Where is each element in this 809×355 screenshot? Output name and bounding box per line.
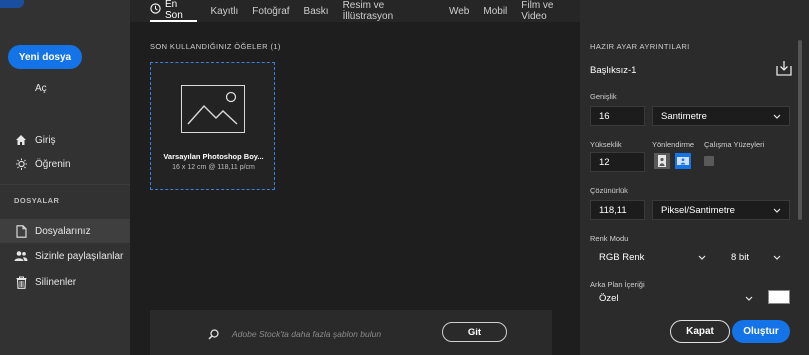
sidebar: Yeni dosya Aç Giriş Öğrenin DOSYALAR Dos… bbox=[0, 0, 130, 355]
orientation-label: Yönlendirme bbox=[652, 140, 695, 149]
stock-search-input[interactable]: Adobe Stock'ta daha fazla şablon bulun bbox=[232, 329, 381, 339]
sidebar-item-label: Silinenler bbox=[35, 276, 77, 288]
portrait-orientation-icon[interactable] bbox=[654, 153, 670, 169]
recent-item-card[interactable]: Varsayılan Photoshop Boy... 16 x 12 cm @… bbox=[150, 62, 275, 190]
chevron-down-icon bbox=[773, 252, 781, 263]
tab-label: Film ve Video bbox=[521, 0, 554, 22]
sidebar-item-learn[interactable]: Öğrenin bbox=[0, 152, 130, 176]
background-label: Arka Plan İçeriği bbox=[590, 280, 645, 289]
recent-items-title: SON KULLANDIĞINIZ ÖĞELER (1) bbox=[150, 42, 281, 51]
preset-tabs: En Son Kayıtlı Fotoğraf Baskı Resim ve İ… bbox=[130, 0, 580, 22]
sidebar-item-your-files[interactable]: Dosyalarınız bbox=[0, 219, 130, 243]
color-mode-label: Renk Modu bbox=[590, 234, 629, 243]
background-color-swatch[interactable] bbox=[768, 290, 790, 304]
card-subtitle: 16 x 12 cm @ 118,11 p/cm bbox=[172, 164, 255, 171]
tab-label: Web bbox=[448, 5, 470, 17]
tab-label: Baskı bbox=[303, 5, 329, 17]
sidebar-item-deleted[interactable]: Silinenler bbox=[0, 270, 130, 294]
tab-film-video[interactable]: Film ve Video bbox=[521, 0, 580, 22]
open-button[interactable]: Aç bbox=[0, 76, 130, 100]
chevron-down-icon bbox=[773, 111, 781, 122]
tab-mobile[interactable]: Mobil bbox=[483, 0, 507, 22]
new-file-button[interactable]: Yeni dosya bbox=[8, 45, 82, 69]
lightbulb-icon bbox=[14, 158, 28, 171]
artboards-label: Çalışma Yüzeyleri bbox=[704, 140, 765, 149]
tab-saved[interactable]: Kayıtlı bbox=[211, 0, 239, 22]
bit-depth-select[interactable]: 8 bit bbox=[722, 247, 790, 267]
resolution-unit-select[interactable]: Piksel/Santimetre bbox=[652, 200, 790, 220]
width-unit-select[interactable]: Santimetre bbox=[652, 106, 790, 126]
clock-icon bbox=[150, 3, 161, 17]
image-placeholder-icon bbox=[181, 85, 245, 133]
close-button[interactable]: Kapat bbox=[670, 320, 730, 343]
preset-name-field[interactable]: Başlıksız-1 bbox=[590, 65, 636, 76]
tab-label: Kayıtlı bbox=[210, 5, 239, 17]
main-content: SON KULLANDIĞINIZ ÖĞELER (1) Varsayılan … bbox=[130, 22, 580, 355]
tab-web[interactable]: Web bbox=[449, 0, 469, 22]
height-input[interactable]: 12 bbox=[590, 152, 645, 172]
preset-details-panel: HAZIR AYAR AYRINTILARI Başlıksız-1 Geniş… bbox=[580, 0, 809, 355]
app-logo bbox=[0, 0, 24, 8]
sidebar-item-label: Öğrenin bbox=[35, 158, 71, 170]
tab-photo[interactable]: Fotoğraf bbox=[252, 0, 289, 22]
color-mode-select[interactable]: RGB Renk bbox=[590, 247, 715, 267]
height-label: Yükseklik bbox=[590, 140, 622, 149]
go-button[interactable]: Git bbox=[442, 322, 507, 342]
tab-label: Mobil bbox=[483, 5, 508, 17]
sidebar-item-shared[interactable]: Sizinle paylaşılanlar bbox=[0, 244, 130, 268]
sidebar-item-label: Giriş bbox=[35, 134, 56, 146]
files-section-title: DOSYALAR bbox=[14, 196, 60, 205]
sidebar-item-label: Dosyalarınız bbox=[35, 225, 91, 237]
tab-print[interactable]: Baskı bbox=[304, 0, 329, 22]
chevron-down-icon bbox=[773, 205, 781, 216]
width-unit-value: Santimetre bbox=[661, 110, 707, 122]
search-icon bbox=[208, 329, 219, 343]
recent-title-text: SON KULLANDIĞINIZ ÖĞELER bbox=[150, 42, 268, 51]
panel-scrollbar[interactable] bbox=[798, 40, 802, 220]
open-label: Aç bbox=[35, 82, 47, 94]
trash-icon bbox=[14, 276, 28, 289]
sidebar-item-label: Sizinle paylaşılanlar bbox=[35, 250, 124, 262]
save-preset-icon[interactable] bbox=[776, 60, 792, 79]
color-mode-value: RGB Renk bbox=[599, 251, 645, 263]
file-icon bbox=[14, 224, 28, 238]
resolution-unit-value: Piksel/Santimetre bbox=[661, 204, 735, 216]
home-icon bbox=[14, 134, 28, 146]
recent-count: (1) bbox=[270, 42, 281, 51]
resolution-label: Çözünürlük bbox=[590, 186, 628, 195]
chevron-down-icon bbox=[698, 252, 706, 263]
bit-depth-value: 8 bit bbox=[731, 251, 749, 263]
background-value: Özel bbox=[599, 293, 619, 304]
background-select[interactable]: Özel bbox=[590, 292, 762, 308]
width-input[interactable]: 16 bbox=[590, 106, 645, 126]
artboards-checkbox[interactable] bbox=[704, 156, 714, 166]
card-title: Varsayılan Photoshop Boy... bbox=[163, 152, 264, 161]
panel-title: HAZIR AYAR AYRINTILARI bbox=[590, 42, 690, 51]
sidebar-item-home[interactable]: Giriş bbox=[0, 128, 130, 152]
chevron-down-icon bbox=[745, 293, 753, 304]
resolution-input[interactable]: 118,11 bbox=[590, 200, 645, 220]
tab-art-illustration[interactable]: Resim ve İllüstrasyon bbox=[343, 0, 435, 22]
tab-label: Fotoğraf bbox=[252, 5, 290, 17]
tab-label: En Son bbox=[165, 0, 183, 21]
stock-search-bar: Adobe Stock'ta daha fazla şablon bulun G… bbox=[150, 310, 552, 355]
users-icon bbox=[14, 250, 28, 262]
landscape-orientation-icon[interactable] bbox=[675, 153, 691, 169]
tab-label: Resim ve İllüstrasyon bbox=[342, 0, 394, 22]
width-label: Genişlik bbox=[590, 92, 617, 101]
tab-recent[interactable]: En Son bbox=[150, 0, 197, 22]
divider bbox=[0, 184, 130, 185]
create-button[interactable]: Oluştur bbox=[732, 320, 790, 343]
